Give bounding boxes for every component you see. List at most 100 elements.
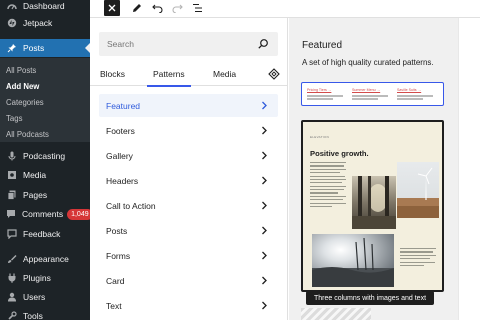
menu-label: Posts: [23, 43, 45, 53]
forest-image: [352, 176, 396, 229]
chevron-right-icon: [262, 101, 267, 110]
category-call-to-action[interactable]: Call to Action: [99, 194, 278, 217]
text-line: [352, 98, 378, 100]
pages-icon: [6, 190, 17, 201]
dashboard-icon: [6, 1, 17, 12]
menu-label: Media: [23, 170, 47, 180]
pattern-column: Pricing Tiers →: [307, 88, 349, 100]
menu-item-feedback[interactable]: Feedback: [0, 225, 90, 243]
menu-label: Podcasting: [23, 151, 66, 161]
submenu-all-posts[interactable]: All Posts: [6, 66, 36, 75]
submenu-tags[interactable]: Tags: [6, 114, 22, 123]
category-label: Posts: [106, 225, 128, 236]
feedback-icon: [6, 229, 17, 240]
menu-item-podcasting[interactable]: Podcasting: [0, 147, 90, 165]
menu-label: Tools: [23, 311, 43, 320]
category-headers[interactable]: Headers: [99, 169, 278, 192]
menu-item-media[interactable]: Media: [0, 166, 90, 184]
category-text[interactable]: Text: [99, 294, 278, 317]
text-line: [307, 98, 333, 100]
sunlit-landscape-image: [312, 234, 394, 287]
text-line: [397, 95, 433, 97]
jetpack-icon: [6, 18, 17, 29]
posts-submenu: All Posts Add New Categories Tags All Po…: [0, 58, 90, 142]
chevron-right-icon: [262, 301, 267, 310]
redo-icon: [172, 4, 183, 13]
chevron-right-icon: [262, 276, 267, 285]
appearance-icon: [6, 254, 17, 265]
list-view-button[interactable]: [190, 0, 204, 16]
list-view-icon: [192, 3, 202, 13]
category-gallery[interactable]: Gallery: [99, 144, 278, 167]
preview-description: A set of high quality curated patterns.: [302, 58, 434, 67]
menu-label: Dashboard: [23, 1, 65, 11]
tools-icon: [6, 311, 17, 320]
pin-icon: [6, 43, 17, 54]
category-label: Text: [106, 300, 122, 311]
menu-item-tools[interactable]: Tools: [0, 307, 90, 320]
tab-patterns[interactable]: Patterns: [147, 62, 191, 87]
chevron-right-icon: [262, 126, 267, 135]
menu-label: Jetpack: [23, 18, 53, 28]
pattern-card-links[interactable]: Pricing Tiers → Summer Menu → Saville Su…: [301, 82, 444, 106]
plugins-icon: [6, 273, 17, 284]
editor-toolbar: [90, 0, 480, 18]
menu-label: Plugins: [23, 273, 51, 283]
pattern-preview-panel: Featured A set of high quality curated p…: [289, 18, 458, 320]
close-inserter-button[interactable]: [104, 0, 120, 16]
pattern-column: Saville Suits →: [397, 88, 439, 100]
undo-icon: [151, 4, 162, 13]
redo-button[interactable]: [170, 0, 184, 16]
undo-button[interactable]: [150, 0, 164, 16]
menu-item-plugins[interactable]: Plugins: [0, 269, 90, 287]
admin-sidebar: Dashboard Jetpack Posts All Posts Add Ne…: [0, 0, 90, 320]
category-label: Featured: [106, 100, 141, 111]
submenu-categories[interactable]: Categories: [6, 98, 44, 107]
category-card[interactable]: Card: [99, 269, 278, 292]
search-input[interactable]: [107, 39, 257, 49]
pattern-text-block: [400, 248, 436, 268]
tools-button[interactable]: [130, 0, 144, 16]
close-icon: [108, 4, 116, 12]
menu-item-users[interactable]: Users: [0, 288, 90, 306]
text-line: [307, 95, 343, 97]
menu-item-pages[interactable]: Pages: [0, 186, 90, 204]
menu-item-appearance[interactable]: Appearance: [0, 250, 90, 268]
menu-item-jetpack[interactable]: Jetpack: [0, 14, 90, 32]
search-box[interactable]: [99, 32, 278, 56]
menu-item-posts[interactable]: Posts: [0, 39, 90, 57]
menu-item-dashboard[interactable]: Dashboard: [0, 0, 90, 15]
menu-label: Appearance: [23, 254, 69, 264]
pattern-heading: Positive growth.: [310, 149, 369, 158]
inserter-tabs: Blocks Patterns Media: [90, 62, 288, 87]
pattern-card-three-columns[interactable]: ELEVATION Positive growth.: [301, 120, 444, 292]
pattern-column: Summer Menu →: [352, 88, 394, 100]
chevron-right-icon: [262, 201, 267, 210]
pattern-link-text: Summer Menu →: [352, 88, 381, 92]
category-forms[interactable]: Forms: [99, 244, 278, 267]
pencil-icon: [133, 4, 141, 12]
submenu-add-new[interactable]: Add New: [6, 82, 39, 91]
pattern-eyebrow: ELEVATION: [310, 135, 330, 139]
tab-blocks[interactable]: Blocks: [100, 62, 125, 86]
comments-icon: [6, 209, 16, 220]
pattern-tooltip: Three columns with images and text: [306, 291, 434, 305]
tab-media[interactable]: Media: [213, 62, 236, 86]
reusable-blocks-icon[interactable]: [268, 68, 280, 80]
menu-label: Users: [23, 292, 46, 302]
submenu-all-podcasts[interactable]: All Podcasts: [6, 130, 49, 139]
category-posts[interactable]: Posts: [99, 219, 278, 242]
category-featured[interactable]: Featured: [99, 94, 278, 117]
wind-turbine-image: [397, 162, 439, 218]
search-icon: [258, 39, 268, 49]
category-footers[interactable]: Footers: [99, 119, 278, 142]
menu-item-comments[interactable]: Comments 1,049: [0, 205, 90, 223]
category-label: Gallery: [106, 150, 133, 161]
pattern-card-placeholder[interactable]: [301, 308, 371, 320]
chevron-right-icon: [262, 251, 267, 260]
chevron-right-icon: [262, 176, 267, 185]
category-label: Call to Action: [106, 200, 156, 211]
block-inserter-panel: Blocks Patterns Media Featured Footers G…: [90, 18, 288, 320]
comments-count-badge: 1,049: [67, 208, 90, 220]
text-line: [397, 98, 423, 100]
